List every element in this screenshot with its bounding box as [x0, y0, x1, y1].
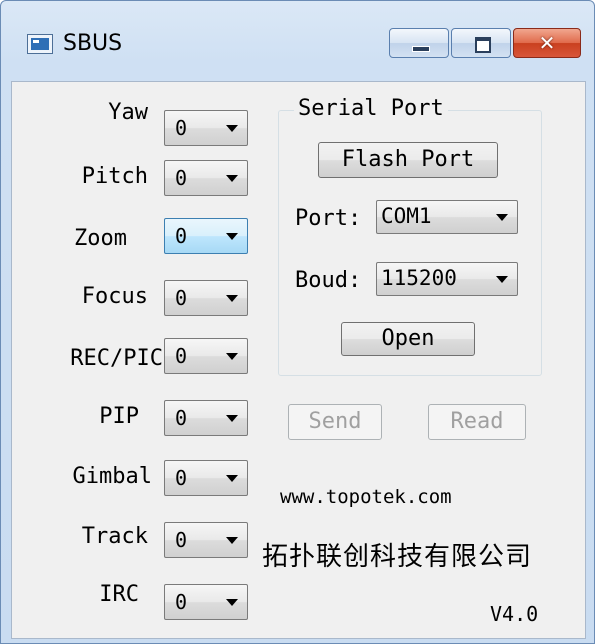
pitch-dropdown[interactable]: 0	[164, 160, 248, 196]
chevron-down-icon	[226, 175, 238, 182]
chevron-down-icon	[226, 353, 238, 360]
chevron-down-icon	[226, 599, 238, 606]
close-button[interactable]: ✕	[513, 28, 581, 58]
client-area: Yaw 0 Pitch 0 Zoom 0 Focus 0 REC/PIC 0 P…	[11, 81, 586, 639]
minimize-button[interactable]	[389, 28, 449, 58]
chevron-down-icon	[226, 415, 238, 422]
zoom-label: Zoom	[74, 226, 127, 251]
website-text: www.topotek.com	[280, 486, 452, 508]
window-title: SBUS	[63, 31, 123, 56]
port-dropdown[interactable]: COM1	[376, 200, 518, 234]
gimbal-value: 0	[175, 466, 188, 490]
irc-label: IRC	[99, 582, 139, 607]
pitch-value: 0	[175, 166, 188, 190]
gimbal-dropdown[interactable]: 0	[164, 460, 248, 496]
pip-value: 0	[175, 406, 188, 430]
track-value: 0	[175, 528, 188, 552]
flash-port-button[interactable]: Flash Port	[318, 142, 498, 178]
port-value: COM1	[381, 204, 432, 228]
chevron-down-icon	[226, 295, 238, 302]
chevron-down-icon	[226, 537, 238, 544]
send-button[interactable]: Send	[288, 404, 382, 440]
serial-port-group-title: Serial Port	[294, 96, 448, 121]
chevron-down-icon	[496, 214, 508, 221]
zoom-value: 0	[175, 224, 188, 248]
read-button[interactable]: Read	[428, 404, 526, 440]
open-button[interactable]: Open	[341, 322, 475, 356]
rec-pic-label: REC/PIC	[70, 346, 163, 371]
focus-label: Focus	[81, 284, 148, 309]
app-window: SBUS ✕ Yaw 0 Pitch 0 Zoom 0 Focus 0 REC/…	[0, 0, 595, 644]
minimize-icon	[412, 46, 430, 52]
yaw-value: 0	[175, 116, 188, 140]
maximize-icon	[475, 37, 491, 53]
company-name: 拓扑联创科技有限公司	[262, 542, 533, 572]
gimbal-label: Gimbal	[72, 464, 152, 489]
chevron-down-icon	[496, 276, 508, 283]
rec-pic-value: 0	[175, 344, 188, 368]
app-window-icon[interactable]	[27, 34, 53, 54]
pip-label: PIP	[99, 404, 139, 429]
close-icon: ✕	[538, 31, 556, 55]
maximize-button[interactable]	[451, 28, 511, 58]
yaw-dropdown[interactable]: 0	[164, 110, 248, 146]
yaw-label: Yaw	[108, 100, 148, 125]
focus-value: 0	[175, 286, 188, 310]
pip-dropdown[interactable]: 0	[164, 400, 248, 436]
irc-dropdown[interactable]: 0	[164, 584, 248, 620]
pitch-label: Pitch	[81, 164, 148, 189]
focus-dropdown[interactable]: 0	[164, 280, 248, 316]
track-dropdown[interactable]: 0	[164, 522, 248, 558]
irc-value: 0	[175, 590, 188, 614]
chevron-down-icon	[226, 125, 238, 132]
baud-label: Boud:	[295, 268, 362, 293]
chevron-down-icon	[226, 475, 238, 482]
title-bar[interactable]: SBUS ✕	[1, 1, 594, 81]
port-label: Port:	[295, 206, 362, 231]
baud-dropdown[interactable]: 115200	[376, 262, 518, 296]
version-text: V4.0	[490, 602, 539, 626]
zoom-dropdown[interactable]: 0	[164, 218, 248, 254]
baud-value: 115200	[381, 266, 457, 290]
chevron-down-icon	[226, 233, 238, 240]
rec-pic-dropdown[interactable]: 0	[164, 338, 248, 374]
track-label: Track	[81, 524, 148, 549]
